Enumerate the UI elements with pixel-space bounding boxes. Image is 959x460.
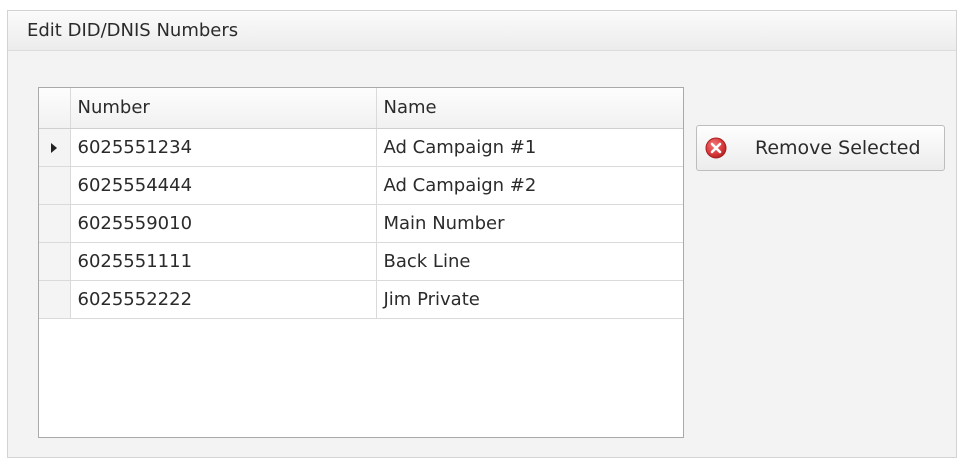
table-row[interactable]: 6025559010 Main Number	[39, 204, 683, 243]
did-dnis-grid[interactable]: Number Name 6025551234 Ad Campaign #1 60…	[38, 87, 684, 438]
grid-header-row: Number Name	[39, 88, 683, 129]
indicator-column-header	[39, 88, 71, 129]
remove-selected-button[interactable]: Remove Selected	[696, 125, 945, 171]
table-row[interactable]: 6025554444 Ad Campaign #2	[39, 166, 683, 205]
cell-name[interactable]: Main Number	[376, 204, 683, 243]
table-row[interactable]: 6025551234 Ad Campaign #1	[39, 128, 683, 167]
cell-name[interactable]: Back Line	[376, 242, 683, 281]
column-header-number[interactable]: Number	[70, 88, 377, 129]
row-indicator[interactable]	[39, 280, 71, 319]
delete-x-icon	[705, 137, 727, 159]
cell-number[interactable]: 6025551234	[70, 128, 377, 167]
group-title: Edit DID/DNIS Numbers	[8, 11, 956, 51]
row-indicator-arrow-icon	[51, 142, 58, 153]
grid-table: Number Name 6025551234 Ad Campaign #1 60…	[39, 88, 683, 319]
table-row[interactable]: 6025552222 Jim Private	[39, 280, 683, 319]
column-header-name[interactable]: Name	[376, 88, 683, 129]
edit-did-dnis-group: Edit DID/DNIS Numbers Number Name 602555…	[7, 10, 957, 458]
row-indicator[interactable]	[39, 166, 71, 205]
table-row[interactable]: 6025551111 Back Line	[39, 242, 683, 281]
row-indicator[interactable]	[39, 242, 71, 281]
cell-number[interactable]: 6025554444	[70, 166, 377, 205]
cell-number[interactable]: 6025552222	[70, 280, 377, 319]
cell-number[interactable]: 6025551111	[70, 242, 377, 281]
cell-name[interactable]: Ad Campaign #1	[376, 128, 683, 167]
cell-name[interactable]: Jim Private	[376, 280, 683, 319]
row-indicator[interactable]	[39, 128, 71, 167]
remove-selected-label: Remove Selected	[755, 137, 921, 159]
cell-number[interactable]: 6025559010	[70, 204, 377, 243]
cell-name[interactable]: Ad Campaign #2	[376, 166, 683, 205]
row-indicator[interactable]	[39, 204, 71, 243]
